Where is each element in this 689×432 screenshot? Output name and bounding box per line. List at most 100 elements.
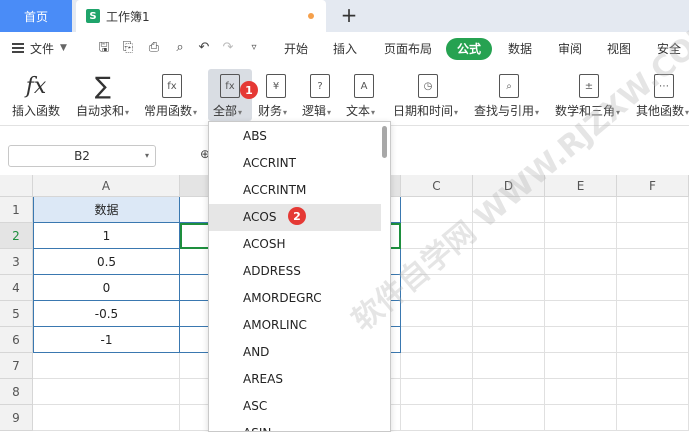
column-header-a[interactable]: A [33, 175, 180, 197]
cell-d6[interactable] [473, 327, 545, 353]
cell-d9[interactable] [473, 405, 545, 431]
function-item-acosh[interactable]: ACOSH [209, 231, 381, 258]
cell-d7[interactable] [473, 353, 545, 379]
cell-e3[interactable] [545, 249, 617, 275]
column-header-c[interactable]: C [401, 175, 473, 197]
cell-d8[interactable] [473, 379, 545, 405]
cell-f8[interactable] [617, 379, 689, 405]
column-header-f[interactable]: F [617, 175, 689, 197]
cell-f1[interactable] [617, 197, 689, 223]
cell-a4[interactable]: 0 [33, 275, 180, 301]
tab-home[interactable]: 首页 [0, 0, 72, 32]
cell-f2[interactable] [617, 223, 689, 249]
menu-data[interactable]: 数据 [508, 40, 532, 58]
finance-box: ¥ [266, 74, 286, 98]
cell-c7[interactable] [401, 353, 473, 379]
insert-function-icon[interactable]: fx [22, 72, 50, 100]
cell-a5[interactable]: -0.5 [33, 301, 180, 327]
print-preview-icon[interactable]: ⌕ [172, 40, 188, 56]
name-box[interactable]: B2 ▾ [8, 145, 156, 167]
export-icon[interactable]: ⎘ [120, 40, 136, 56]
autosum-icon[interactable]: ∑ [89, 72, 117, 100]
function-item-accrintm[interactable]: ACCRINTM [209, 177, 381, 204]
logic-button[interactable]: 逻辑▾ [302, 102, 331, 119]
cell-a8[interactable] [33, 379, 180, 405]
new-tab-plus-icon[interactable]: + [338, 4, 360, 26]
row-header[interactable]: 6 [0, 327, 33, 353]
cell-d5[interactable] [473, 301, 545, 327]
text-button[interactable]: 文本▾ [346, 102, 375, 119]
cell-e7[interactable] [545, 353, 617, 379]
cell-a7[interactable] [33, 353, 180, 379]
menu-review[interactable]: 审阅 [558, 40, 582, 58]
autosum-button[interactable]: 自动求和▾ [76, 102, 129, 119]
save-icon[interactable]: 🖫 [96, 40, 112, 56]
function-item-abs[interactable]: ABS [209, 123, 381, 150]
all-functions-button[interactable]: 全部▾ [213, 102, 242, 119]
cell-f7[interactable] [617, 353, 689, 379]
datetime-icon[interactable]: ◷ [414, 72, 442, 100]
function-item-and[interactable]: AND [209, 339, 381, 366]
cell-e1[interactable] [545, 197, 617, 223]
tab-workbook[interactable]: S 工作簿1 [76, 0, 326, 32]
cell-c8[interactable] [401, 379, 473, 405]
cell-f9[interactable] [617, 405, 689, 431]
row-header[interactable]: 2 [0, 223, 33, 249]
print-icon[interactable]: ⎙ [146, 40, 162, 56]
cell-f6[interactable] [617, 327, 689, 353]
common-functions-button[interactable]: 常用函数▾ [144, 102, 197, 119]
function-item-address[interactable]: ADDRESS [209, 258, 381, 285]
select-all-corner[interactable] [0, 175, 33, 197]
row-header[interactable]: 8 [0, 379, 33, 405]
cell-a2[interactable]: 1 [33, 223, 180, 249]
cell-e5[interactable] [545, 301, 617, 327]
function-item-areas[interactable]: AREAS [209, 366, 381, 393]
menu-view[interactable]: 视图 [607, 40, 631, 58]
row-header[interactable]: 1 [0, 197, 33, 223]
menu-formula[interactable]: 公式 [446, 38, 492, 60]
redo-icon[interactable]: ↷ [220, 40, 236, 56]
cell-e9[interactable] [545, 405, 617, 431]
row-header[interactable]: 5 [0, 301, 33, 327]
finance-icon[interactable]: ¥ [262, 72, 290, 100]
menu-insert[interactable]: 插入 [333, 40, 357, 58]
cell-e8[interactable] [545, 379, 617, 405]
text-icon[interactable]: A [350, 72, 378, 100]
cell-f3[interactable] [617, 249, 689, 275]
function-item-asin[interactable]: ASIN [209, 420, 381, 431]
cell-d3[interactable] [473, 249, 545, 275]
insert-function-button[interactable]: 插入函数 [12, 102, 60, 119]
cell-e6[interactable] [545, 327, 617, 353]
cell-c5[interactable] [401, 301, 473, 327]
menu-start[interactable]: 开始 [284, 40, 308, 58]
cell-a1[interactable]: 数据 [33, 197, 180, 223]
lookup-button[interactable]: 查找与引用▾ [474, 102, 539, 119]
row-header[interactable]: 4 [0, 275, 33, 301]
menu-page-layout[interactable]: 页面布局 [384, 40, 432, 58]
common-functions-icon[interactable]: fx [158, 72, 186, 100]
function-item-accrint[interactable]: ACCRINT [209, 150, 381, 177]
datetime-button[interactable]: 日期和时间▾ [393, 102, 458, 119]
dropdown-scrollbar[interactable] [382, 126, 387, 158]
row-header[interactable]: 7 [0, 353, 33, 379]
cell-d4[interactable] [473, 275, 545, 301]
finance-button[interactable]: 财务▾ [258, 102, 287, 119]
more-quick-icon[interactable]: ▿ [246, 40, 262, 56]
cell-e2[interactable] [545, 223, 617, 249]
cell-a3[interactable]: 0.5 [33, 249, 180, 275]
undo-icon[interactable]: ↶ [196, 40, 212, 56]
cell-f5[interactable] [617, 301, 689, 327]
cell-a9[interactable] [33, 405, 180, 431]
row-header[interactable]: 9 [0, 405, 33, 431]
row-header[interactable]: 3 [0, 249, 33, 275]
cell-a6[interactable]: -1 [33, 327, 180, 353]
cell-e4[interactable] [545, 275, 617, 301]
logic-icon[interactable]: ? [306, 72, 334, 100]
all-functions-dropdown[interactable]: ABS ACCRINT ACCRINTM ACOS ACOSH ADDRESS AMORDE… [208, 121, 391, 432]
cell-c6[interactable] [401, 327, 473, 353]
cell-f4[interactable] [617, 275, 689, 301]
cell-c9[interactable] [401, 405, 473, 431]
file-menu[interactable]: 文件 ▼ [12, 38, 67, 58]
function-item-asc[interactable]: ASC [209, 393, 381, 420]
lookup-icon[interactable]: ⌕ [495, 72, 523, 100]
